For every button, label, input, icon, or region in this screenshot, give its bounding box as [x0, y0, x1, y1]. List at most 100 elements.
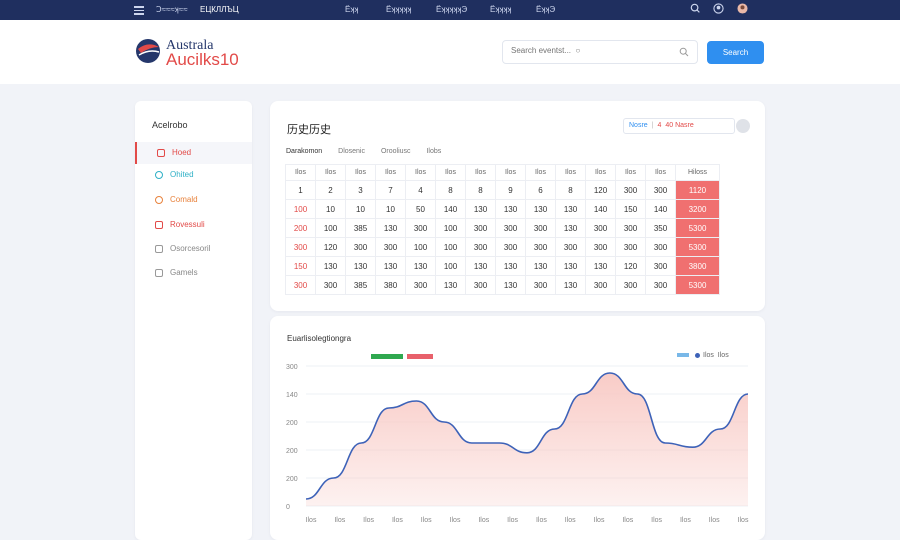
- bottom-tab-strip: [592, 536, 762, 540]
- x-tick-label: Ilos: [709, 517, 720, 524]
- sidebar-item-home[interactable]: Hoed: [135, 142, 252, 164]
- top-navigation-bar: Ↄ≈≈≈ʞ≈≈ ЕЦКЛЛЪЦ Ёʞʞ Ёʞʞʞʞʞ ЁʞʞʞʞʞЭ Ёʞʞʞʞ…: [0, 0, 900, 20]
- column-header[interactable]: Ilos: [285, 164, 316, 181]
- search-button[interactable]: Search: [707, 41, 764, 64]
- table-cell: 300: [285, 275, 316, 295]
- table-cell: 130: [435, 275, 466, 295]
- column-header[interactable]: Ilos: [345, 164, 376, 181]
- subtab[interactable]: Darakomon: [286, 148, 322, 155]
- table-cell: 300: [615, 180, 646, 200]
- table-cell: 130: [555, 199, 586, 219]
- table-row: 100 10 10 10 50 140 130 130 130 130 140 150 140 3200: [285, 199, 720, 219]
- logo-icon: [136, 39, 160, 63]
- filter-selector[interactable]: Nosre | 4 40 Nasre: [623, 118, 735, 134]
- table-row: 300 120 300 300 100 100 300 300 300 300 300 300 300 5…: [285, 237, 720, 257]
- results-table: Ilos Ilos Ilos Ilos Ilos Ilos Ilos Ilos Ilos Ilos…: [285, 164, 720, 295]
- column-header[interactable]: Ilos: [585, 164, 616, 181]
- card-title: 历史历史: [287, 124, 331, 136]
- subtab[interactable]: Ilobs: [426, 148, 441, 155]
- column-header[interactable]: Ilos: [405, 164, 436, 181]
- table-cell: 1: [285, 180, 316, 200]
- table-cell: 300: [645, 256, 676, 276]
- table-cell: 8: [435, 180, 466, 200]
- column-header[interactable]: Ilos: [375, 164, 406, 181]
- table-cell: 5300: [675, 237, 720, 257]
- sidebar-item-label: Gamels: [170, 268, 198, 277]
- column-header[interactable]: Ilos: [315, 164, 346, 181]
- y-tick-label: 200: [286, 420, 298, 427]
- table-cell: 130: [585, 256, 616, 276]
- search-icon[interactable]: [679, 47, 689, 57]
- table-cell: 130: [345, 256, 376, 276]
- y-tick-label: 0: [286, 504, 290, 511]
- sidebar-item-calendar[interactable]: Comald: [135, 189, 252, 211]
- column-header[interactable]: Ilos: [555, 164, 586, 181]
- menu-icon[interactable]: [134, 4, 144, 15]
- table-cell: 300: [645, 180, 676, 200]
- topnav-link[interactable]: Ёʞʞʞʞ: [490, 5, 511, 14]
- table-row: 200 100 385 130 300 100 300 300 300 130 300 300 350 5…: [285, 218, 720, 238]
- sidebar-item-label: Osorcesoril: [170, 244, 211, 253]
- table-cell: 120: [615, 256, 646, 276]
- table-cell: 300: [465, 275, 496, 295]
- search-box[interactable]: [502, 40, 698, 64]
- table-cell: 130: [555, 218, 586, 238]
- x-tick-label: Ilos: [680, 517, 691, 524]
- subtab[interactable]: Dlosenic: [338, 148, 365, 155]
- settings-toggle-button[interactable]: [736, 119, 750, 133]
- table-cell: 300: [405, 275, 436, 295]
- topnav-left-text[interactable]: Ↄ≈≈≈ʞ≈≈: [156, 5, 188, 14]
- subtab[interactable]: Orooliusc: [381, 148, 411, 155]
- table-cell: 300: [465, 218, 496, 238]
- table-row: 300 300 385 380 300 130 300 130 300 130 300 300 300 5…: [285, 275, 720, 295]
- topnav-link[interactable]: Ёʞʞʞʞʞ: [386, 5, 411, 14]
- search-input[interactable]: [511, 46, 671, 55]
- table-cell: 130: [555, 275, 586, 295]
- table-cell: 50: [405, 199, 436, 219]
- table-cell: 100: [435, 237, 466, 257]
- column-header[interactable]: Hiloss: [675, 164, 720, 181]
- table-cell: 300: [285, 237, 316, 257]
- table-cell: 2: [315, 180, 346, 200]
- column-header[interactable]: Ilos: [615, 164, 646, 181]
- x-tick-label: Ilos: [738, 517, 749, 524]
- table-cell: 385: [345, 218, 376, 238]
- table-cell: 300: [645, 275, 676, 295]
- sidebar-item-chart[interactable]: Ohited: [135, 164, 252, 186]
- column-header[interactable]: Ilos: [645, 164, 676, 181]
- table-cell: 3200: [675, 199, 720, 219]
- table-cell: 10: [315, 199, 346, 219]
- filter-label: Nosre: [629, 122, 648, 129]
- topnav-link[interactable]: ЁʞʞʞʞʞЭ: [436, 5, 467, 14]
- sidebar-item-settings[interactable]: Gamels: [135, 262, 252, 284]
- area-chart: 300 140 200 200 200 0 Ilos Ilos Ilos Ilos Ilos Ilos…: [286, 364, 749, 524]
- table-cell: 300: [615, 218, 646, 238]
- sidebar-item-results[interactable]: Rovessuli: [135, 214, 252, 236]
- table-cell: 300: [495, 218, 526, 238]
- table-cell: 120: [315, 237, 346, 257]
- table-cell: 300: [525, 218, 556, 238]
- column-header[interactable]: Ilos: [495, 164, 526, 181]
- table-cell: 6: [525, 180, 556, 200]
- avatar-icon[interactable]: [737, 3, 748, 14]
- topnav-link[interactable]: Ёʞʞ: [345, 5, 358, 14]
- table-cell: 300: [465, 237, 496, 257]
- table-header-row: Ilos Ilos Ilos Ilos Ilos Ilos Ilos Ilos Ilos Ilos…: [285, 164, 720, 181]
- column-header[interactable]: Ilos: [525, 164, 556, 181]
- column-header[interactable]: Ilos: [435, 164, 466, 181]
- user-icon[interactable]: [713, 3, 724, 14]
- sidebar-item-document[interactable]: Osorcesoril: [135, 238, 252, 260]
- search-icon[interactable]: [690, 3, 701, 14]
- sidebar-item-label: Comald: [170, 195, 198, 204]
- topnav-link[interactable]: ЁʞʞЭ: [536, 5, 555, 14]
- x-tick-label: Ilos: [622, 517, 633, 524]
- x-tick-label: Ilos: [306, 517, 317, 524]
- column-header[interactable]: Ilos: [465, 164, 496, 181]
- table-cell: 300: [315, 275, 346, 295]
- subtab-bar: Darakomon Dlosenic Orooliusc Ilobs: [286, 148, 455, 155]
- table-cell: 300: [405, 218, 436, 238]
- x-tick-label: Ilos: [507, 517, 518, 524]
- chart-icon: [155, 171, 163, 179]
- table-cell: 150: [615, 199, 646, 219]
- topnav-brand[interactable]: ЕЦКЛЛЪЦ: [200, 5, 239, 14]
